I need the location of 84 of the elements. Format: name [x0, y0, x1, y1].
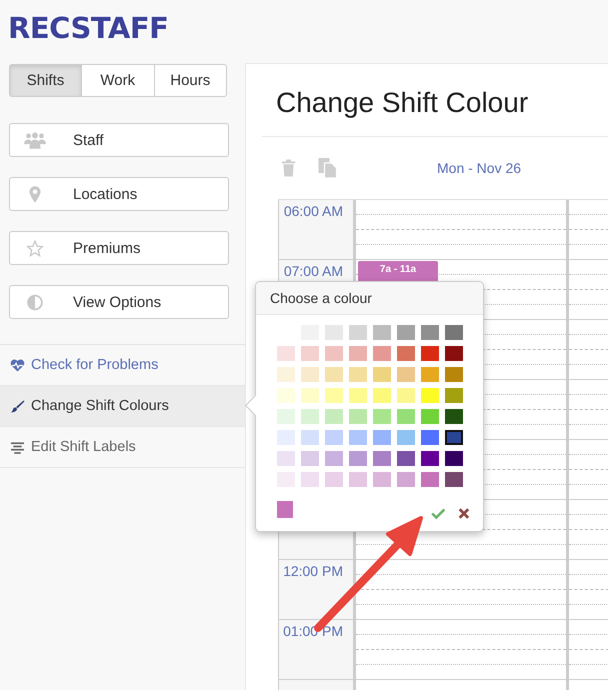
- colour-swatch[interactable]: [373, 346, 391, 361]
- colour-swatch[interactable]: [373, 451, 391, 466]
- colour-swatch[interactable]: [445, 346, 463, 361]
- colour-swatch[interactable]: [277, 451, 295, 466]
- view-tab[interactable]: Shifts: [9, 64, 82, 97]
- colour-swatch[interactable]: [421, 388, 439, 403]
- brush-icon: [10, 400, 25, 412]
- sidebar-button[interactable]: Locations: [9, 177, 229, 211]
- colour-swatch[interactable]: [373, 472, 391, 487]
- colour-swatch[interactable]: [349, 409, 367, 424]
- colour-swatch[interactable]: [373, 388, 391, 403]
- colour-swatch[interactable]: [301, 409, 319, 424]
- contrast-icon: [24, 294, 46, 310]
- colour-swatch[interactable]: [349, 472, 367, 487]
- colour-swatch[interactable]: [421, 409, 439, 424]
- colour-swatch[interactable]: [301, 430, 319, 445]
- colour-swatch[interactable]: [445, 472, 463, 487]
- sidebar-link[interactable]: Change Shift Colours: [0, 386, 245, 427]
- colour-swatch[interactable]: [445, 367, 463, 382]
- page-title: Change Shift Colour: [276, 86, 530, 120]
- colour-swatch[interactable]: [397, 451, 415, 466]
- colour-swatch[interactable]: [349, 325, 367, 340]
- time-label: 06:00 AM: [284, 203, 343, 219]
- colour-swatch[interactable]: [445, 325, 463, 340]
- colour-swatch[interactable]: [397, 430, 415, 445]
- colour-swatch[interactable]: [349, 367, 367, 382]
- colour-swatch[interactable]: [349, 346, 367, 361]
- logo: RECSTAFF: [8, 10, 168, 47]
- day-heading: Mon - Nov 26: [437, 160, 522, 176]
- colour-swatch[interactable]: [373, 325, 391, 340]
- colour-swatch[interactable]: [301, 346, 319, 361]
- colour-swatch[interactable]: [445, 388, 463, 403]
- time-label: 12:00 PM: [283, 563, 343, 579]
- colour-swatch[interactable]: [325, 472, 343, 487]
- colour-swatch[interactable]: [349, 451, 367, 466]
- sidebar-button[interactable]: Staff: [9, 123, 229, 157]
- colour-swatch[interactable]: [301, 388, 319, 403]
- colour-swatch[interactable]: [421, 367, 439, 382]
- colour-swatch[interactable]: [421, 430, 439, 445]
- time-label: 07:00 AM: [284, 263, 343, 279]
- people-icon: [24, 132, 46, 148]
- colour-swatch[interactable]: [421, 472, 439, 487]
- colour-swatch[interactable]: [325, 409, 343, 424]
- colour-swatch[interactable]: [325, 367, 343, 382]
- colour-swatch[interactable]: [301, 472, 319, 487]
- colour-swatch[interactable]: [445, 451, 463, 466]
- star-icon: [24, 240, 46, 256]
- close-icon[interactable]: [458, 507, 470, 520]
- check-icon[interactable]: [430, 507, 446, 520]
- colour-swatch[interactable]: [325, 451, 343, 466]
- colour-swatch[interactable]: [373, 409, 391, 424]
- colour-swatch[interactable]: [397, 367, 415, 382]
- colour-swatch[interactable]: [397, 325, 415, 340]
- sidebar-button[interactable]: View Options: [9, 285, 229, 319]
- colour-swatch[interactable]: [349, 430, 367, 445]
- colour-swatch[interactable]: [349, 388, 367, 403]
- colour-swatch[interactable]: [373, 430, 391, 445]
- colour-swatch[interactable]: [301, 451, 319, 466]
- colour-swatch[interactable]: [421, 346, 439, 361]
- colour-swatch[interactable]: [277, 367, 295, 382]
- sidebar-button[interactable]: Premiums: [9, 231, 229, 265]
- colour-swatch[interactable]: [397, 388, 415, 403]
- colour-swatch[interactable]: [397, 346, 415, 361]
- colour-swatch[interactable]: [325, 430, 343, 445]
- view-tab[interactable]: Hours: [154, 64, 227, 97]
- colour-swatch[interactable]: [373, 367, 391, 382]
- colour-swatch[interactable]: [445, 430, 463, 445]
- align-center-icon: [10, 440, 25, 454]
- colour-swatch[interactable]: [277, 388, 295, 403]
- heartbeat-icon: [10, 358, 25, 372]
- colour-swatch[interactable]: [277, 346, 295, 361]
- colour-swatch[interactable]: [397, 409, 415, 424]
- view-tab[interactable]: Work: [81, 64, 154, 97]
- colour-swatch[interactable]: [445, 409, 463, 424]
- colour-swatch[interactable]: [277, 409, 295, 424]
- trash-icon[interactable]: [281, 159, 296, 177]
- colour-swatch[interactable]: [421, 451, 439, 466]
- popover-title: Choose a colour: [256, 282, 483, 315]
- colour-swatch[interactable]: [325, 346, 343, 361]
- copy-icon[interactable]: [318, 158, 337, 178]
- colour-swatch[interactable]: [325, 388, 343, 403]
- colour-swatch[interactable]: [301, 367, 319, 382]
- colour-swatch[interactable]: [421, 325, 439, 340]
- colour-swatch[interactable]: [397, 472, 415, 487]
